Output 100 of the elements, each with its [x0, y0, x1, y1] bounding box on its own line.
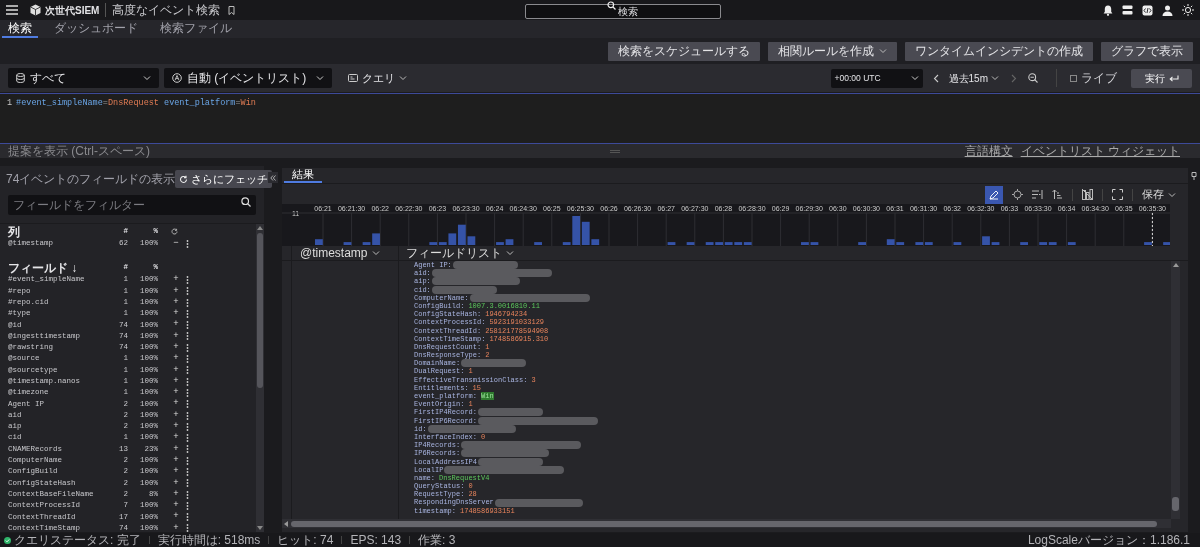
more-icon[interactable] [186, 309, 189, 318]
add-field-button[interactable]: + [172, 295, 180, 310]
more-icon[interactable] [186, 366, 189, 375]
tab[interactable]: 検索ファイル [154, 20, 238, 38]
filter-field[interactable]: フィールドをフィルター [8, 195, 256, 215]
add-field-button[interactable]: + [172, 352, 180, 366]
bookmark-icon[interactable] [228, 5, 236, 15]
add-field-button[interactable]: + [172, 408, 180, 423]
remove-field-button[interactable]: − [172, 236, 180, 251]
more-icon[interactable] [186, 501, 189, 510]
code-icon[interactable] [1142, 4, 1153, 16]
add-field-button[interactable]: + [172, 318, 180, 332]
column-header[interactable]: @timestamp [292, 246, 399, 260]
add-field-button[interactable]: + [172, 499, 180, 513]
add-field-button[interactable]: + [172, 341, 180, 355]
menu-icon[interactable] [6, 5, 18, 15]
search-icon [241, 197, 251, 207]
more-icon[interactable] [186, 298, 189, 307]
add-field-button[interactable]: + [172, 329, 180, 344]
scrollbar[interactable] [282, 519, 1171, 528]
more-icon[interactable] [186, 287, 189, 296]
add-field-button[interactable]: + [172, 420, 180, 434]
status-item: ヒット: 74 [277, 533, 334, 547]
more-icon[interactable] [186, 445, 189, 454]
more-icon[interactable] [186, 377, 189, 386]
column-header: フィールド ↓ [8, 261, 79, 274]
more-icon[interactable] [186, 321, 189, 330]
scrollbar[interactable] [1171, 261, 1180, 519]
pin-icon[interactable] [1191, 172, 1197, 180]
add-field-button[interactable]: + [172, 273, 180, 287]
fullscreen-icon[interactable] [1112, 189, 1123, 200]
add-field-button[interactable]: + [172, 307, 180, 321]
add-field-button[interactable]: + [172, 284, 180, 298]
add-field-button[interactable]: + [172, 397, 180, 411]
action-button[interactable]: 相関ルールを作成 [768, 41, 897, 61]
time-range-dropdown[interactable]: 過去15m [948, 70, 999, 86]
column-header[interactable]: フィールドリスト [399, 246, 514, 260]
refresh-icon [179, 174, 189, 184]
timezone-dropdown[interactable]: +00:00 UTC [830, 68, 923, 88]
redaction-bar [461, 359, 527, 368]
save-dropdown[interactable]: 保存 [1142, 186, 1176, 203]
add-field-button[interactable]: + [172, 510, 180, 524]
scrollbar[interactable] [256, 224, 264, 532]
chevron-left-icon[interactable] [932, 73, 939, 83]
results-tab[interactable]: 結果 [284, 167, 322, 183]
mode-dropdown[interactable]: 自動 (イベントリスト) [164, 68, 332, 88]
more-icon[interactable] [186, 456, 189, 465]
more-icon[interactable] [186, 411, 189, 420]
action-button[interactable]: ワンタイムインシデントの作成 [905, 41, 1093, 61]
fetch-more-button[interactable]: さらにフェッチ [175, 170, 273, 188]
user-icon[interactable] [1162, 4, 1173, 16]
run-button[interactable]: 実行 [1131, 68, 1192, 88]
tab[interactable]: ダッシュボード [48, 20, 144, 38]
more-icon[interactable] [186, 275, 189, 284]
refresh-icon[interactable] [171, 228, 178, 235]
add-field-button[interactable]: + [172, 386, 180, 400]
more-icon[interactable] [186, 513, 189, 522]
more-icon[interactable] [186, 422, 189, 431]
more-icon[interactable] [186, 468, 189, 476]
editor-link[interactable]: イベントリスト ウィジェット [1020, 144, 1180, 158]
status-item: EPS: 143 [350, 533, 402, 547]
query-menu[interactable]: クエリ [348, 69, 407, 87]
action-button[interactable]: 検索をスケジュールする [608, 41, 760, 61]
add-field-button[interactable]: + [172, 465, 180, 479]
database-icon [16, 73, 25, 83]
more-icon[interactable] [186, 524, 189, 533]
query-editor[interactable]: 1 #event_simpleName=DnsRequest event_platform=Win [0, 93, 1200, 144]
chevron-right-icon[interactable] [1011, 73, 1017, 83]
version-label: LogScaleバージョン：1.186.1 [1027, 533, 1190, 547]
repository-dropdown[interactable]: すべて [8, 68, 159, 88]
more-icon[interactable] [186, 388, 189, 397]
editor-link[interactable]: 言語構文 [964, 144, 1013, 158]
sort-icon[interactable] [1052, 189, 1063, 200]
product-name: 次世代SIEM [45, 3, 100, 18]
more-icon[interactable] [186, 400, 189, 409]
search-field[interactable]: 検索 [525, 4, 722, 19]
more-icon[interactable] [186, 490, 189, 499]
add-field-button[interactable]: + [172, 431, 180, 445]
live-checkbox[interactable] [1070, 74, 1077, 82]
more-icon[interactable] [186, 332, 189, 341]
panel-title: 74イベントのフィールドの表示 [6, 171, 176, 188]
wrap-lines-icon[interactable] [1032, 190, 1043, 199]
more-icon[interactable] [186, 479, 189, 488]
more-icon[interactable] [186, 343, 189, 352]
bell-icon[interactable] [1103, 4, 1113, 16]
sun-icon[interactable] [1182, 4, 1194, 16]
action-button[interactable]: グラフで表示 [1101, 41, 1193, 61]
status-item: 実行時間は: 518ms [157, 533, 261, 547]
more-icon[interactable] [186, 355, 189, 363]
query-icon [348, 74, 358, 82]
server-icon[interactable] [1122, 5, 1133, 15]
columns-icon[interactable] [1082, 189, 1093, 200]
collapse-button[interactable] [268, 172, 278, 183]
pen-tool-button[interactable] [985, 185, 1003, 204]
zoom-out-icon[interactable] [1028, 73, 1038, 83]
page-title: 高度なイベント検索 [112, 3, 221, 17]
crosshair-icon[interactable] [1012, 189, 1023, 200]
more-icon[interactable] [186, 239, 189, 248]
editor-hint: 提案を表示 (Ctrl-スペース) [8, 144, 150, 158]
more-icon[interactable] [186, 434, 189, 443]
